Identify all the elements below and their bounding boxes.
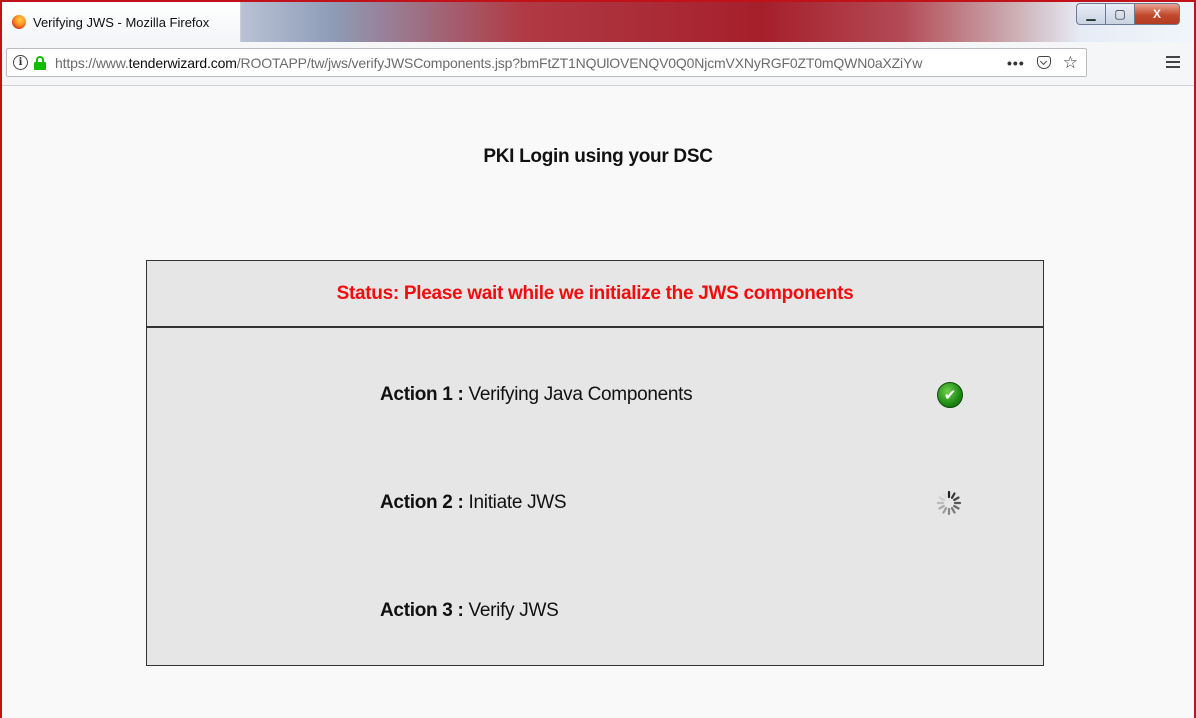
window-title: Verifying JWS - Mozilla Firefox (33, 14, 210, 30)
pocket-icon[interactable] (1036, 56, 1051, 69)
action-row-2: Action 2 : Initiate JWS (147, 483, 1043, 523)
title-bar: Verifying JWS - Mozilla Firefox ▁ ▢ X (2, 2, 1194, 42)
page-title: PKI Login using your DSC (483, 146, 713, 167)
url-text[interactable]: https://www.tenderwizard.com/ROOTAPP/tw/… (55, 55, 1007, 71)
check-icon: ✔ (937, 382, 963, 408)
url-domain: tenderwizard.com (128, 54, 237, 71)
info-icon[interactable]: i (13, 55, 28, 70)
minimize-button[interactable]: ▁ (1076, 3, 1105, 25)
url-prefix: https://www. (55, 54, 129, 71)
action-2-number: Action 2 : (380, 492, 464, 513)
lock-icon[interactable] (34, 55, 46, 70)
loading-spinner-icon (936, 490, 962, 516)
page-content: PKI Login using your DSC Status: Please … (2, 86, 1194, 718)
window-title-tab: Verifying JWS - Mozilla Firefox (2, 2, 241, 42)
navigation-bar: i https://www.tenderwizard.com/ROOTAPP/t… (2, 42, 1194, 86)
action-1-label: Action 1 : Verifying Java Components (380, 384, 693, 406)
page-actions: ••• ☆ (1007, 53, 1078, 73)
action-1-text: Verifying Java Components (463, 384, 693, 405)
action-3-text: Verify JWS (463, 600, 559, 621)
url-path: /ROOTAPP/tw/jws/verifyJWSComponents.jsp?… (236, 54, 923, 71)
status-header: Status: Please wait while we initialize … (147, 261, 1043, 328)
page-actions-icon[interactable]: ••• (1007, 55, 1025, 71)
status-panel: Status: Please wait while we initialize … (146, 260, 1044, 666)
browser-window: Verifying JWS - Mozilla Firefox ▁ ▢ X i … (0, 0, 1196, 718)
url-bar[interactable]: i https://www.tenderwizard.com/ROOTAPP/t… (6, 48, 1087, 77)
status-message: Status: Please wait while we initialize … (336, 282, 854, 304)
window-controls: ▁ ▢ X (1076, 3, 1180, 25)
close-button[interactable]: X (1134, 3, 1180, 25)
action-2-label: Action 2 : Initiate JWS (380, 492, 567, 514)
star-icon[interactable]: ☆ (1063, 53, 1078, 73)
menu-icon[interactable] (1166, 56, 1180, 68)
action-row-1: Action 1 : Verifying Java Components ✔ (147, 375, 1043, 415)
action-2-text: Initiate JWS (463, 492, 567, 513)
firefox-logo-icon (12, 15, 26, 29)
action-row-3: Action 3 : Verify JWS (147, 591, 1043, 631)
action-3-number: Action 3 : (380, 600, 464, 621)
action-1-number: Action 1 : (380, 384, 464, 405)
action-3-label: Action 3 : Verify JWS (380, 600, 559, 622)
maximize-button[interactable]: ▢ (1105, 3, 1134, 25)
